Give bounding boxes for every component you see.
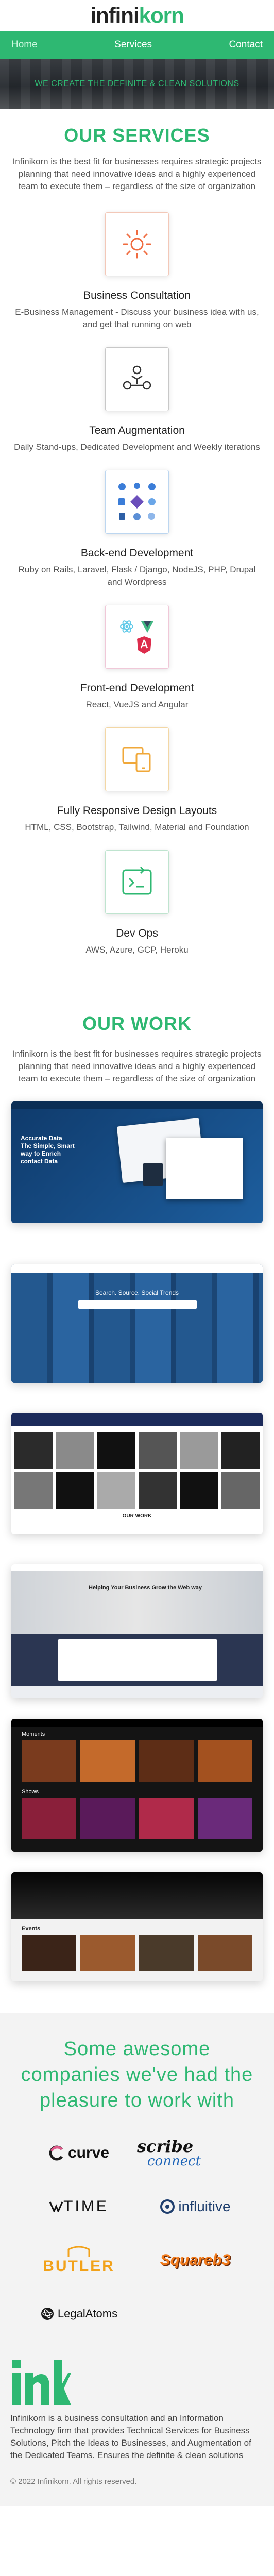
portfolio-screenshot-3[interactable]: OUR WORK [11,1413,263,1534]
butler-logo: BUTLER [21,2242,137,2278]
nav-home[interactable]: Home [11,39,38,50]
legalatoms-logo: LegalAtoms [21,2296,137,2332]
backend-icon [105,470,169,534]
service-desc: Ruby on Rails, Laravel, Flask / Django, … [18,565,256,587]
service-name: Team Augmentation [89,425,185,436]
shot-text: contact Data [21,1158,58,1165]
work-intro: Infinikorn is the best fit for businesse… [12,1049,262,1083]
shot-text: Search. Source. Social Trends [95,1289,179,1296]
footer-logo-mark [12,2360,71,2405]
work-section: OUR WORK Infinikorn is the best fit for … [0,1013,274,1981]
responsive-icon [105,727,169,791]
client-logo-text: LegalAtoms [57,2307,118,2320]
nav-services[interactable]: Services [114,39,152,50]
footer-description: Infinikorn is a business consultation an… [10,2413,251,2460]
brand-name-accent: korn [139,3,184,27]
brand-logo[interactable]: infinikorn [90,3,184,28]
squareb3-logo: Squareb3 [137,2242,253,2278]
main-nav: Home Services Contact [0,31,274,59]
services-section: OUR SERVICES Infinikorn is the best fit … [0,109,274,956]
influitive-logo: influitive [137,2189,253,2225]
curve-logo: curve [21,2135,137,2171]
clients-title: Some awesome companies we've had the ple… [21,2038,253,2111]
client-logo-text: BUTLER [43,2258,115,2275]
client-logo-grid: curve scribe connect TIME influitive BUT… [0,2135,274,2332]
portfolio-screenshot-2[interactable]: Search. Source. Social Trends [11,1264,263,1383]
services-intro: Infinikorn is the best fit for businesse… [12,157,262,191]
client-logo-text: TIME [63,2198,109,2215]
shot-text: Helping Your Business Grow the Web way [89,1585,202,1591]
shot-text: Events [22,1926,41,1932]
service-card: Back-end Development Ruby on Rails, Lara… [0,470,274,588]
shot-text: The Simple, Smart [21,1142,75,1149]
portfolio-screenshot-5[interactable]: Moments Shows [11,1719,263,1852]
service-desc: HTML, CSS, Bootstrap, Tailwind, Material… [25,822,249,832]
devops-icon [105,850,169,914]
service-desc: E-Business Management - Discuss your bus… [15,307,259,329]
logo-bar: infinikorn [0,0,274,31]
service-desc: AWS, Azure, GCP, Heroku [85,945,189,955]
shot-text: OUR WORK [122,1513,152,1519]
service-card: Business Consultation E-Business Managem… [0,212,274,331]
service-desc: Daily Stand-ups, Dedicated Development a… [14,442,260,452]
portfolio-screenshot-6[interactable]: Events [11,1872,263,1981]
hero-banner: WE CREATE THE DEFINITE & CLEAN SOLUTIONS [0,59,274,109]
scribe-logo: scribe connect [137,2135,253,2171]
service-card: Dev Ops AWS, Azure, GCP, Heroku [0,850,274,956]
service-card: Fully Responsive Design Layouts HTML, CS… [0,727,274,834]
site-footer: Infinikorn is a business consultation an… [0,2352,274,2506]
time-logo: TIME [21,2189,137,2225]
sun-icon [105,212,169,276]
client-logo-text: scribe [137,2137,194,2156]
shot-text: Moments [22,1731,45,1737]
empty-cell [137,2296,253,2332]
portfolio-screenshot-4[interactable]: Helping Your Business Grow the Web way [11,1564,263,1698]
clients-section: Some awesome companies we've had the ple… [0,2013,274,2352]
client-logo-text: Squareb3 [160,2251,231,2268]
frontend-icon [105,605,169,669]
service-card: Team Augmentation Daily Stand-ups, Dedic… [0,347,274,453]
service-name: Fully Responsive Design Layouts [57,805,217,817]
services-title: OUR SERVICES [64,125,210,146]
service-name: Back-end Development [80,547,194,559]
shot-text: Shows [22,1789,39,1795]
service-name: Dev Ops [116,927,158,939]
site-header: infinikorn Home Services Contact [0,0,274,59]
brand-name-main: infini [90,3,139,27]
service-name: Front-end Development [80,682,194,694]
portfolio-screenshot-1[interactable]: Accurate Data The Simple, Smart way to E… [11,1101,263,1223]
shot-text: Accurate Data [21,1134,62,1142]
client-logo-text: curve [67,2144,110,2161]
footer-logo[interactable] [10,2358,264,2407]
hero-tagline: WE CREATE THE DEFINITE & CLEAN SOLUTIONS [35,79,239,88]
nav-contact[interactable]: Contact [229,39,263,50]
service-desc: React, VueJS and Angular [85,700,189,709]
service-name: Business Consultation [83,290,191,301]
shot-text: way to Enrich [21,1150,61,1157]
work-title: OUR WORK [82,1013,192,1034]
client-logo-subtext: connect [147,2154,201,2169]
copyright-text: © 2022 Infinikorn. All rights reserved. [10,2477,137,2486]
service-card: Front-end Development React, VueJS and A… [0,605,274,711]
client-logo-text: influitive [178,2198,231,2214]
team-icon [105,347,169,411]
